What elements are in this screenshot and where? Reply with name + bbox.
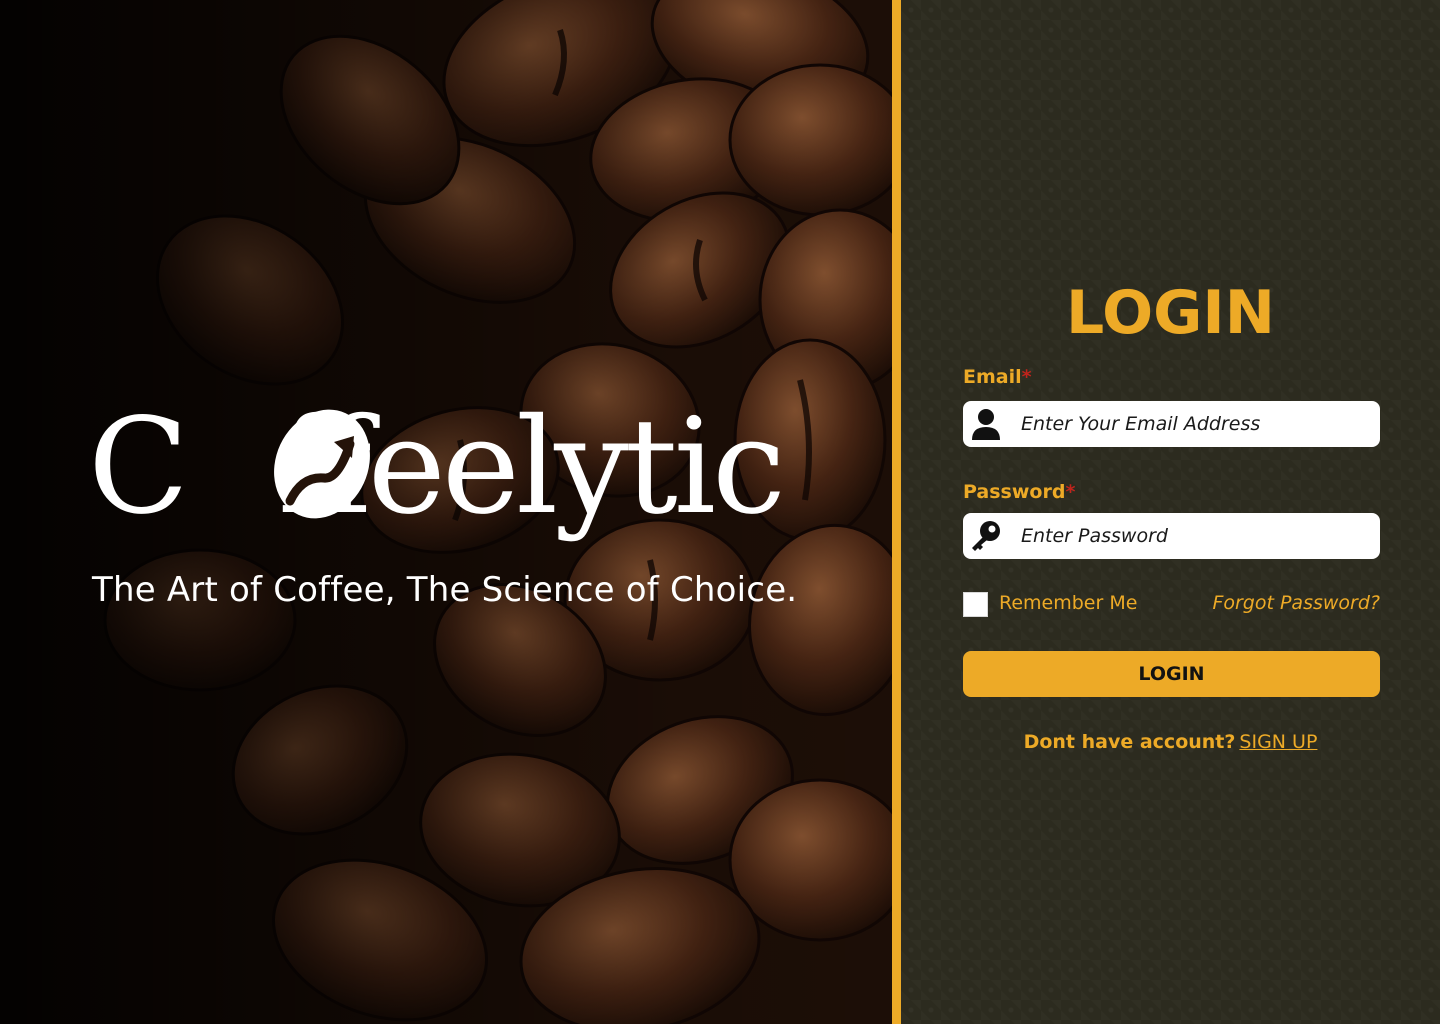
required-mark: *: [1021, 366, 1032, 388]
signup-row: Dont have account? SIGN UP: [901, 731, 1440, 753]
required-mark: *: [1065, 481, 1076, 503]
signup-prompt: Dont have account?: [1023, 731, 1236, 753]
coffeelytic-logo: Cffeelytic: [88, 392, 828, 562]
signup-link[interactable]: SIGN UP: [1239, 731, 1317, 753]
email-field[interactable]: [963, 401, 1380, 447]
remember-me-label[interactable]: Remember Me: [999, 592, 1137, 614]
remember-me-checkbox[interactable]: [963, 592, 988, 617]
email-input[interactable]: [1021, 401, 1371, 447]
email-label: Email*: [963, 366, 1032, 388]
password-input[interactable]: [1021, 513, 1371, 559]
user-icon: [972, 409, 1000, 440]
accent-divider: [892, 0, 901, 1024]
hero-background: Cffeelytic The Art of Coffee, The Scienc…: [0, 0, 892, 1024]
key-icon: [972, 521, 1000, 551]
tagline: The Art of Coffee, The Science of Choice…: [92, 570, 798, 610]
forgot-password-link[interactable]: Forgot Password?: [1212, 592, 1380, 614]
password-label: Password*: [963, 481, 1075, 503]
login-title: LOGIN: [1066, 278, 1275, 348]
password-field[interactable]: [963, 513, 1380, 559]
login-panel: LOGIN Email* Password* Remember Me Forgo…: [901, 0, 1440, 1024]
logo-letter-c: C: [88, 390, 189, 544]
email-label-text: Email: [963, 366, 1022, 388]
login-button[interactable]: LOGIN: [963, 651, 1380, 697]
password-label-text: Password: [963, 481, 1066, 503]
coffee-bean-growth-icon: [274, 409, 370, 519]
